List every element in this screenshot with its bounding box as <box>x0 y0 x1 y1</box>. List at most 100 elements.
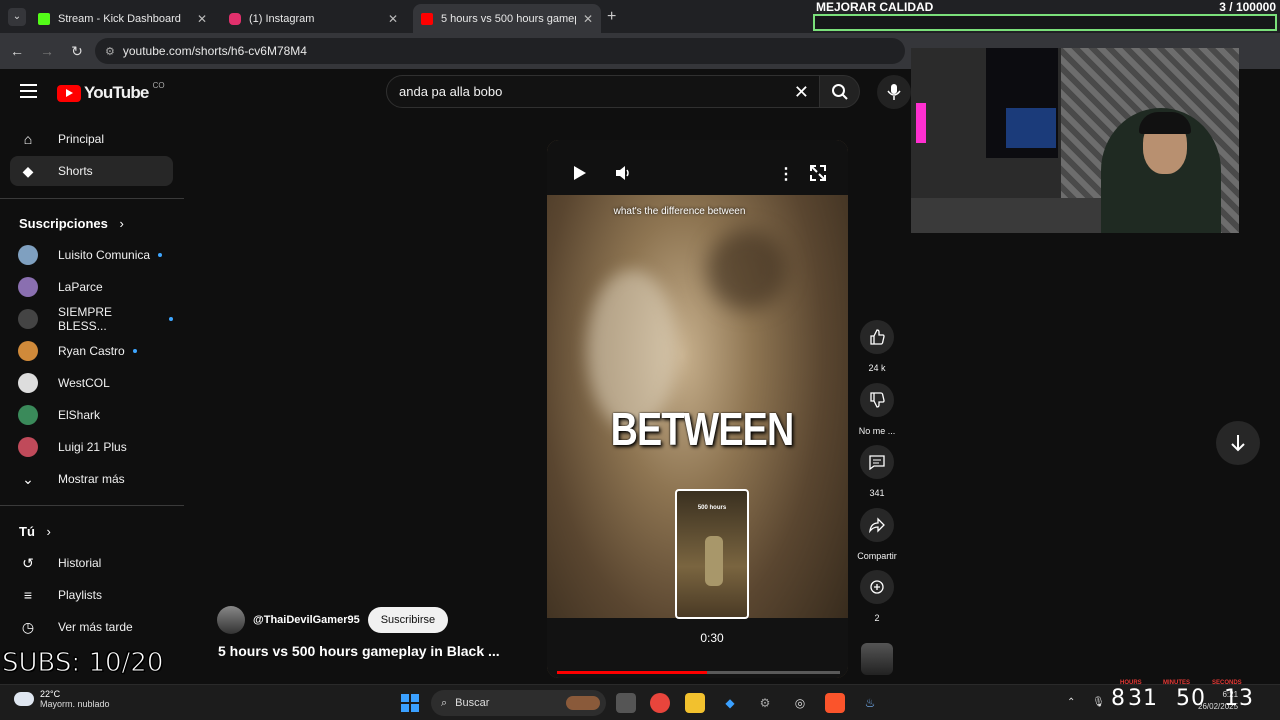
video-title[interactable]: 5 hours vs 500 hours gameplay in Black .… <box>218 643 500 659</box>
channel-name[interactable]: @ThaiDevilGamer95 <box>253 614 360 626</box>
dislike-button[interactable]: No me ... <box>857 383 897 436</box>
youtube-logo[interactable]: YouTube CO <box>57 81 165 103</box>
close-icon[interactable]: ✕ <box>583 12 593 26</box>
steam-icon[interactable]: ♨ <box>860 693 880 713</box>
tab-instagram[interactable]: (1) Instagram ✕ <box>221 4 406 33</box>
you-header[interactable]: Tú › <box>19 524 51 539</box>
comments-button[interactable]: 341 <box>857 445 897 498</box>
you-label: Tú <box>19 524 35 539</box>
video-progress-bar[interactable] <box>557 671 840 674</box>
sidebar-item-subscription[interactable]: LaParce <box>10 272 173 302</box>
instagram-icon <box>229 12 241 25</box>
share-icon <box>869 517 885 533</box>
sidebar-show-more[interactable]: ⌄ Mostrar más <box>10 464 173 494</box>
youtube-icon <box>421 12 433 25</box>
sidebar-item-subscription[interactable]: Luisito Comunica <box>10 240 173 270</box>
app-icon[interactable]: ◆ <box>720 693 740 713</box>
close-icon[interactable]: ✕ <box>197 12 207 26</box>
new-tab-button[interactable]: + <box>607 8 616 26</box>
player-bottom-bar <box>547 618 848 678</box>
play-icon[interactable] <box>573 165 587 181</box>
url-text: youtube.com/shorts/h6-cv6M78M4 <box>122 44 307 58</box>
tab-title: 5 hours vs 500 hours gameplay <box>441 12 576 25</box>
reload-icon[interactable]: ↻ <box>64 43 90 60</box>
remix-button[interactable]: 2 <box>857 570 897 623</box>
sidebar-item-watch-later[interactable]: ◷ Ver más tarde <box>10 612 173 642</box>
search-button[interactable] <box>820 75 860 108</box>
sidebar-item-subscription[interactable]: ElShark <box>10 400 173 430</box>
sidebar-item-shorts[interactable]: ◆ Shorts <box>10 156 173 186</box>
subscribe-button[interactable]: Suscribirse <box>367 607 449 633</box>
sidebar-item-principal[interactable]: ⌂ Principal <box>10 124 173 154</box>
shorts-player[interactable]: ⋮ what's the difference between BETWEEN … <box>547 140 848 678</box>
video-blur-shape <box>707 230 787 310</box>
app-icon[interactable]: ◎ <box>790 693 810 713</box>
avatar <box>18 437 38 457</box>
search-icon <box>831 83 848 100</box>
brave-icon[interactable] <box>825 693 845 713</box>
tab-kick[interactable]: Stream - Kick Dashboard ✕ <box>30 4 215 33</box>
youtube-play-icon <box>57 84 81 102</box>
sidebar-item-subscription[interactable]: Ryan Castro <box>10 336 173 366</box>
taskbar-search[interactable]: ⌕ Buscar <box>431 690 606 716</box>
timer-seconds: 50 <box>1176 686 1206 711</box>
thumbnail-text: 500 hours <box>697 505 727 511</box>
mic-icon <box>887 84 901 100</box>
search-value: anda pa alla bobo <box>399 84 503 99</box>
search-placeholder: Buscar <box>455 697 490 709</box>
volume-icon[interactable] <box>614 164 632 182</box>
timer-extra: 13 <box>1224 686 1254 711</box>
forward-icon[interactable]: → <box>34 43 60 59</box>
windows-taskbar: 22°C Mayorm. nublado ⌕ Buscar ◆ ⚙ ◎ ♨ ⌃ … <box>0 684 1280 720</box>
clear-search-icon[interactable]: ✕ <box>794 82 809 103</box>
chrome-icon[interactable] <box>650 693 670 713</box>
channel-avatar[interactable] <box>861 643 893 675</box>
tab-youtube[interactable]: 5 hours vs 500 hours gameplay ✕ <box>413 4 601 33</box>
voice-search-button[interactable] <box>877 75 911 109</box>
fullscreen-icon[interactable] <box>809 164 827 182</box>
settings-icon[interactable]: ⚙ <box>755 693 775 713</box>
subscriptions-header[interactable]: Suscripciones › <box>19 216 124 231</box>
search-input[interactable]: anda pa alla bobo ✕ <box>386 75 820 108</box>
chevron-right-icon: › <box>119 216 124 231</box>
close-icon[interactable]: ✕ <box>388 12 398 26</box>
site-info-icon[interactable]: ⚙ <box>105 45 115 58</box>
channel-info: @ThaiDevilGamer95 Suscribirse <box>217 606 449 634</box>
more-options-icon[interactable]: ⋮ <box>778 164 794 184</box>
share-label: Compartir <box>857 551 897 561</box>
channel-avatar[interactable] <box>217 606 245 634</box>
sidebar-item-label: Playlists <box>58 588 103 602</box>
quality-goal-title: MEJORAR CALIDAD <box>816 0 934 14</box>
sidebar-item-history[interactable]: ↺ Historial <box>10 548 173 578</box>
video-caption: what's the difference between <box>613 206 746 217</box>
task-view-icon[interactable] <box>616 693 636 713</box>
address-bar[interactable]: ⚙ youtube.com/shorts/h6-cv6M78M4 <box>95 38 905 64</box>
subscriptions-label: Suscripciones <box>19 216 108 231</box>
like-button[interactable]: 24 k <box>857 320 897 373</box>
quality-goal-count: 3 / 100000 <box>1219 0 1276 14</box>
sidebar-item-playlists[interactable]: ≡ Playlists <box>10 580 173 610</box>
sidebar-item-subscription[interactable]: Luigi 21 Plus <box>10 432 173 462</box>
sidebar-item-label: Principal <box>58 132 105 146</box>
thumbnail-figure <box>705 536 723 586</box>
tab-search-button[interactable]: ⌄ <box>8 8 26 26</box>
chevron-up-icon: ⌃ <box>1067 697 1076 708</box>
shorts-icon: ◆ <box>22 162 34 179</box>
tab-title: Stream - Kick Dashboard <box>58 12 181 25</box>
file-explorer-icon[interactable] <box>685 693 705 713</box>
back-icon[interactable]: ← <box>4 43 30 59</box>
weather-widget[interactable]: 22°C Mayorm. nublado <box>14 689 110 709</box>
search-highlight-icon <box>566 696 600 710</box>
subs-goal-overlay: SUBS: 10/20 <box>1 648 164 679</box>
menu-icon[interactable] <box>20 84 37 98</box>
webcam-screen <box>1006 108 1056 148</box>
sidebar-item-subscription[interactable]: SIEMPRE BLESS... <box>10 304 173 334</box>
system-tray[interactable]: ⌃ 🎙 <box>1067 697 1105 708</box>
preview-time: 0:30 <box>700 631 724 645</box>
progress-fill <box>557 671 707 674</box>
search-icon: ⌕ <box>441 696 448 709</box>
sidebar-item-subscription[interactable]: WestCOL <box>10 368 173 398</box>
share-button[interactable]: Compartir <box>857 508 897 561</box>
windows-start-icon[interactable] <box>400 693 420 713</box>
next-short-button[interactable] <box>1216 421 1260 465</box>
